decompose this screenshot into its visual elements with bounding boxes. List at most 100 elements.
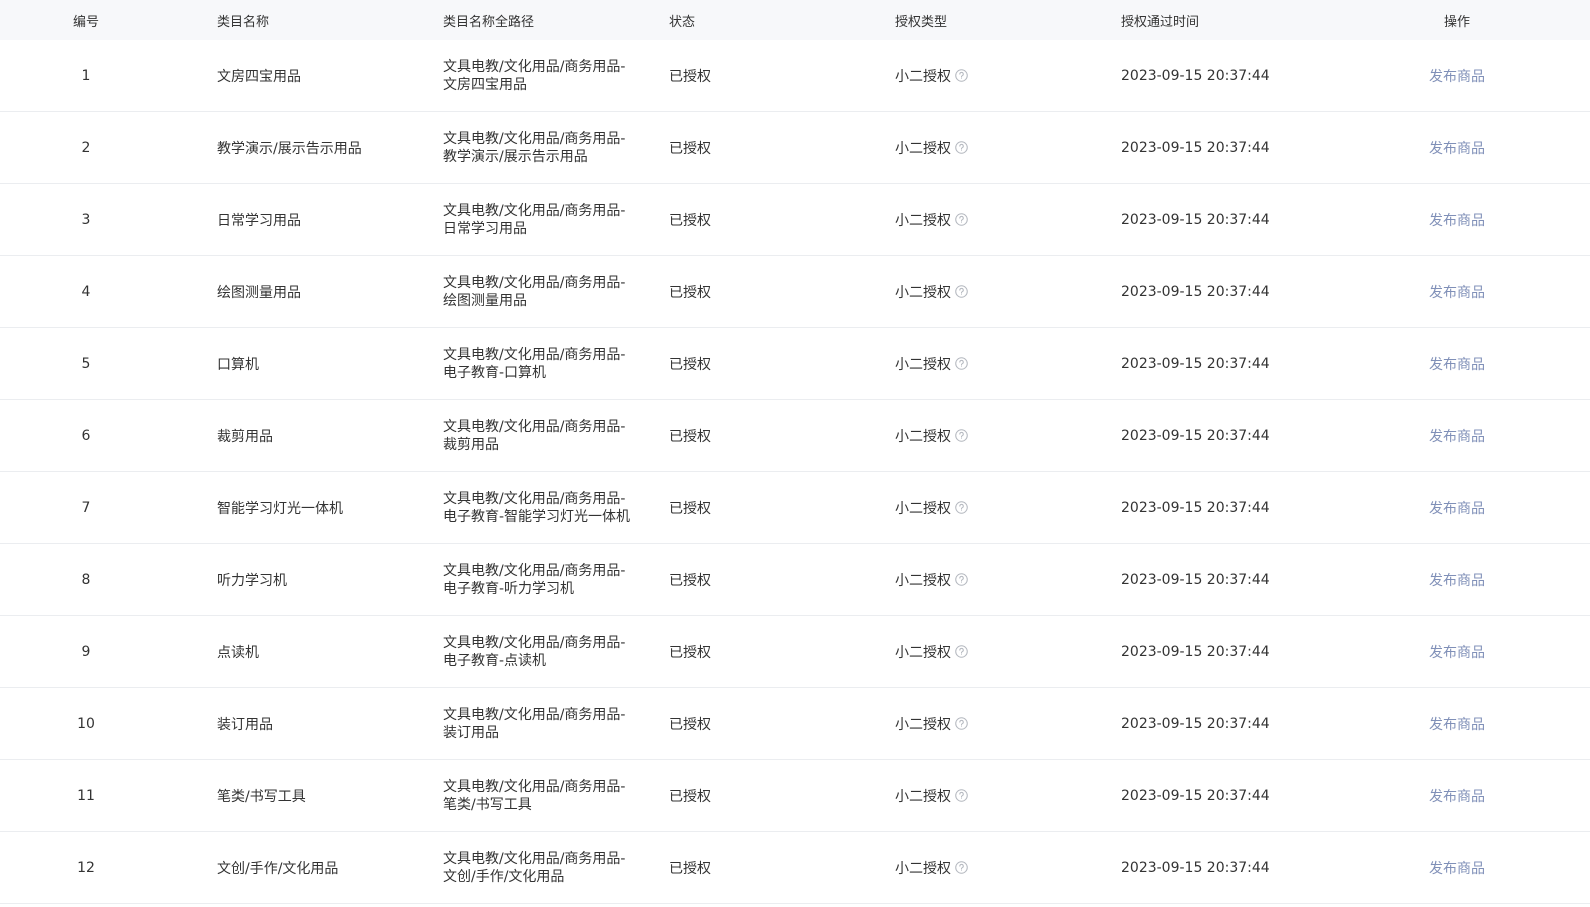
category-name: 文房四宝用品: [217, 68, 301, 85]
publish-product-link[interactable]: 发布商品: [1429, 498, 1485, 518]
question-circle-icon[interactable]: [955, 69, 968, 82]
actions-cell: 发布商品: [1346, 184, 1590, 255]
row-id: 6: [81, 427, 91, 444]
auth-type-cell: 小二授权: [850, 472, 1076, 543]
row-id: 5: [81, 355, 91, 372]
publish-product-link[interactable]: 发布商品: [1429, 138, 1485, 158]
auth-type-label: 小二授权: [895, 284, 951, 301]
auth-type-label: 小二授权: [895, 572, 951, 589]
question-circle-icon[interactable]: [955, 573, 968, 586]
table-row: 11 笔类/书写工具 文具电教/文化用品/商务用品- 笔类/书写工具 已授权 小二授权 20…: [0, 760, 1590, 832]
auth-time: 2023-09-15 20:37:44: [1121, 67, 1270, 84]
auth-type: 小二授权: [895, 426, 968, 446]
auth-status: 已授权: [669, 356, 711, 373]
auth-status: 已授权: [669, 572, 711, 589]
question-circle-icon[interactable]: [955, 789, 968, 802]
category-full-path: 文具电教/文化用品/商务用品- 电子教育-点读机: [443, 634, 626, 670]
publish-product-link[interactable]: 发布商品: [1429, 570, 1485, 590]
table-row: 7 智能学习灯光一体机 文具电教/文化用品/商务用品- 电子教育-智能学习灯光一体机 已…: [0, 472, 1590, 544]
table-row: 9 点读机 文具电教/文化用品/商务用品- 电子教育-点读机 已授权 小二授权 2023-0…: [0, 616, 1590, 688]
auth-time: 2023-09-15 20:37:44: [1121, 211, 1270, 228]
column-header-auth-type: 授权类型: [895, 14, 948, 30]
auth-type: 小二授权: [895, 66, 968, 86]
publish-product-link[interactable]: 发布商品: [1429, 786, 1485, 806]
question-circle-icon[interactable]: [955, 141, 968, 154]
column-header-category-path: 类目名称全路径: [443, 14, 535, 30]
row-id: 7: [81, 499, 91, 516]
category-path-line: 文具电教/文化用品/商务用品-: [443, 346, 626, 363]
auth-type: 小二授权: [895, 498, 968, 518]
row-id: 2: [81, 139, 91, 156]
auth-type-label: 小二授权: [895, 716, 951, 733]
auth-type-cell: 小二授权: [850, 328, 1076, 399]
publish-product-link[interactable]: 发布商品: [1429, 66, 1485, 86]
question-circle-icon[interactable]: [955, 861, 968, 874]
question-circle-icon[interactable]: [955, 213, 968, 226]
category-name: 智能学习灯光一体机: [217, 500, 343, 517]
row-id: 1: [81, 67, 91, 84]
publish-product-link[interactable]: 发布商品: [1429, 282, 1485, 302]
category-path-line: 文具电教/文化用品/商务用品-: [443, 130, 626, 147]
auth-time: 2023-09-15 20:37:44: [1121, 355, 1270, 372]
question-circle-icon[interactable]: [955, 357, 968, 370]
table-row: 1 文房四宝用品 文具电教/文化用品/商务用品- 文房四宝用品 已授权 小二授权 2023-…: [0, 40, 1590, 112]
category-name: 裁剪用品: [217, 428, 273, 445]
category-full-path: 文具电教/文化用品/商务用品- 绘图测量用品: [443, 274, 626, 310]
category-full-path: 文具电教/文化用品/商务用品- 文创/手作/文化用品: [443, 850, 626, 886]
category-full-path: 文具电教/文化用品/商务用品- 电子教育-智能学习灯光一体机: [443, 490, 630, 526]
actions-cell: 发布商品: [1346, 256, 1590, 327]
auth-type-cell: 小二授权: [850, 112, 1076, 183]
category-name: 装订用品: [217, 716, 273, 733]
auth-type-label: 小二授权: [895, 860, 951, 877]
category-path-line: 日常学习用品: [443, 220, 527, 237]
category-path-line: 教学演示/展示告示用品: [443, 148, 588, 165]
auth-status: 已授权: [669, 500, 711, 517]
question-circle-icon[interactable]: [955, 501, 968, 514]
question-circle-icon[interactable]: [955, 645, 968, 658]
row-id: 4: [81, 283, 91, 300]
question-circle-icon[interactable]: [955, 285, 968, 298]
row-id: 3: [81, 211, 91, 228]
auth-time: 2023-09-15 20:37:44: [1121, 787, 1270, 804]
row-id: 11: [77, 787, 95, 804]
table-header: 编号 类目名称 类目名称全路径 状态 授权类型 授权通过时间 操作: [0, 0, 1590, 40]
actions-cell: 发布商品: [1346, 112, 1590, 183]
category-path-cell: 文具电教/文化用品/商务用品- 日常学习用品: [398, 184, 626, 255]
row-id: 8: [81, 571, 91, 588]
question-circle-icon[interactable]: [955, 717, 968, 730]
category-path-cell: 文具电教/文化用品/商务用品- 电子教育-点读机: [398, 616, 626, 687]
question-circle-icon[interactable]: [955, 429, 968, 442]
publish-product-link[interactable]: 发布商品: [1429, 210, 1485, 230]
category-path-line: 文具电教/文化用品/商务用品-: [443, 634, 626, 651]
category-name: 文创/手作/文化用品: [217, 860, 339, 877]
category-path-cell: 文具电教/文化用品/商务用品- 笔类/书写工具: [398, 760, 626, 831]
category-path-cell: 文具电教/文化用品/商务用品- 电子教育-口算机: [398, 328, 626, 399]
table-row: 8 听力学习机 文具电教/文化用品/商务用品- 电子教育-听力学习机 已授权 小二授权 20…: [0, 544, 1590, 616]
publish-product-link[interactable]: 发布商品: [1429, 714, 1485, 734]
actions-cell: 发布商品: [1346, 760, 1590, 831]
publish-product-link[interactable]: 发布商品: [1429, 858, 1485, 878]
publish-product-link[interactable]: 发布商品: [1429, 354, 1485, 374]
auth-type-label: 小二授权: [895, 140, 951, 157]
category-path-cell: 文具电教/文化用品/商务用品- 电子教育-听力学习机: [398, 544, 626, 615]
auth-type: 小二授权: [895, 786, 968, 806]
category-full-path: 文具电教/文化用品/商务用品- 装订用品: [443, 706, 626, 742]
table-row: 5 口算机 文具电教/文化用品/商务用品- 电子教育-口算机 已授权 小二授权 2023-0…: [0, 328, 1590, 400]
category-path-line: 文具电教/文化用品/商务用品-: [443, 850, 626, 867]
category-name: 口算机: [217, 356, 259, 373]
category-path-line: 文具电教/文化用品/商务用品-: [443, 274, 626, 291]
auth-time: 2023-09-15 20:37:44: [1121, 283, 1270, 300]
category-full-path: 文具电教/文化用品/商务用品- 电子教育-口算机: [443, 346, 626, 382]
auth-time: 2023-09-15 20:37:44: [1121, 427, 1270, 444]
publish-product-link[interactable]: 发布商品: [1429, 642, 1485, 662]
auth-status: 已授权: [669, 212, 711, 229]
table-body: 1 文房四宝用品 文具电教/文化用品/商务用品- 文房四宝用品 已授权 小二授权 2023-…: [0, 40, 1590, 904]
category-path-cell: 文具电教/文化用品/商务用品- 绘图测量用品: [398, 256, 626, 327]
category-path-line: 文房四宝用品: [443, 76, 527, 93]
table-row: 4 绘图测量用品 文具电教/文化用品/商务用品- 绘图测量用品 已授权 小二授权 2023-…: [0, 256, 1590, 328]
publish-product-link[interactable]: 发布商品: [1429, 426, 1485, 446]
category-name: 笔类/书写工具: [217, 788, 306, 805]
category-path-line: 装订用品: [443, 724, 499, 741]
category-path-line: 文具电教/文化用品/商务用品-: [443, 418, 626, 435]
actions-cell: 发布商品: [1346, 688, 1590, 759]
